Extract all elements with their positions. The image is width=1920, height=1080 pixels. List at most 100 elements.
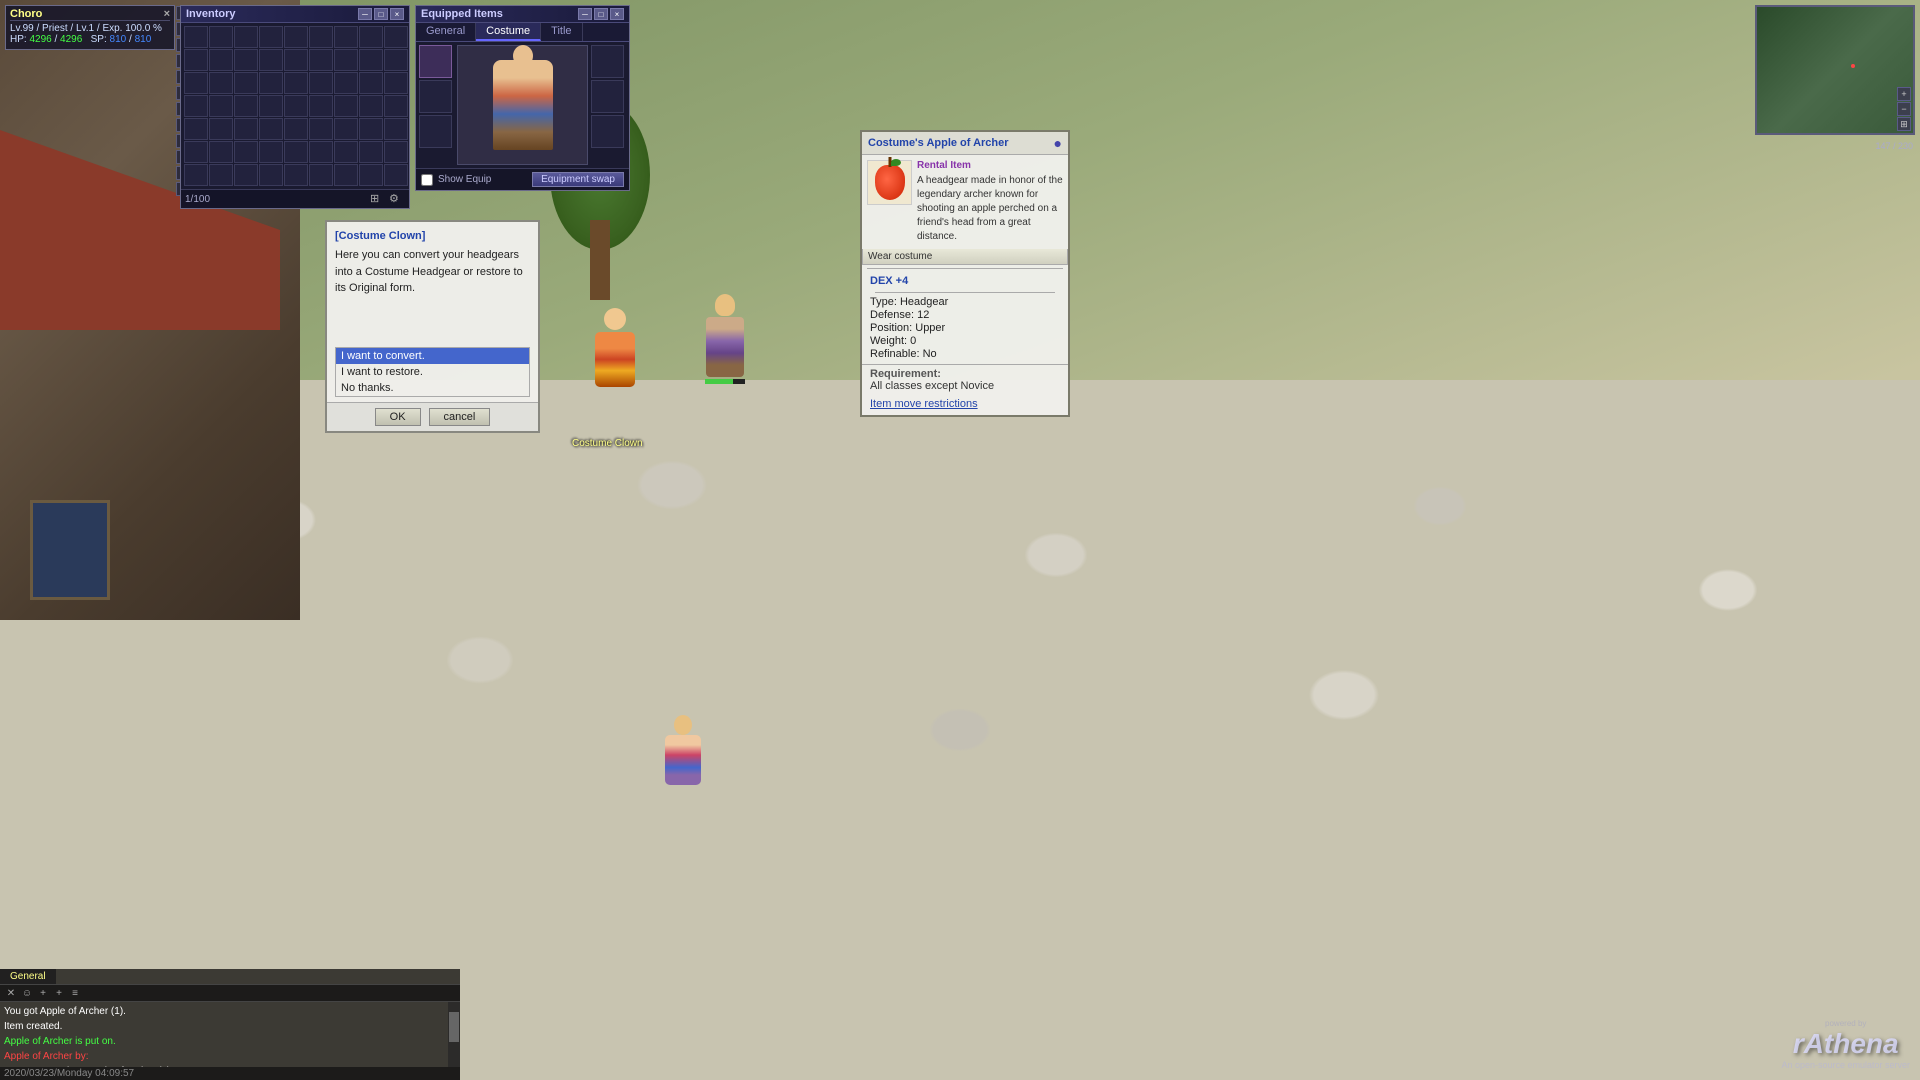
chat-tab-general[interactable]: General [0, 969, 56, 984]
inv-cell[interactable] [259, 95, 283, 117]
inv-cell[interactable] [359, 164, 383, 186]
dialog-option-convert[interactable]: I want to convert. [336, 348, 529, 364]
tab-title[interactable]: Title [541, 23, 582, 41]
inv-cell[interactable] [284, 49, 308, 71]
equip-slot-2[interactable] [419, 80, 452, 113]
inv-cell[interactable] [384, 118, 408, 140]
inv-cell[interactable] [334, 118, 358, 140]
inv-cell[interactable] [384, 95, 408, 117]
chat-icon-4[interactable]: ≡ [67, 986, 83, 1000]
equip-slot-head[interactable] [419, 45, 452, 78]
inv-cell[interactable] [309, 141, 333, 163]
inv-cell[interactable] [359, 72, 383, 94]
inv-cell[interactable] [209, 49, 233, 71]
equip-slot-3[interactable] [419, 115, 452, 148]
item-move-restrictions-link[interactable]: Item move restrictions [862, 395, 1068, 415]
inv-cell[interactable] [309, 26, 333, 48]
chat-icon-2[interactable]: + [35, 986, 51, 1000]
inv-cell[interactable] [259, 141, 283, 163]
inventory-close[interactable]: × [390, 8, 404, 20]
show-equip-checkbox[interactable] [421, 174, 433, 186]
equipped-maximize[interactable]: □ [594, 8, 608, 20]
inv-cell[interactable] [384, 72, 408, 94]
equipped-close[interactable]: × [610, 8, 624, 20]
inv-cell[interactable] [334, 49, 358, 71]
inv-cell[interactable] [359, 95, 383, 117]
inv-cell[interactable] [284, 95, 308, 117]
inv-cell[interactable] [384, 26, 408, 48]
inventory-maximize[interactable]: □ [374, 8, 388, 20]
inv-cell[interactable] [334, 72, 358, 94]
inventory-sort-icon[interactable]: ⊞ [370, 192, 386, 206]
dialog-option-restore[interactable]: I want to restore. [336, 364, 529, 380]
inv-cell[interactable] [184, 118, 208, 140]
inv-cell[interactable] [209, 72, 233, 94]
equip-slot-r1[interactable] [591, 45, 624, 78]
inv-cell[interactable] [184, 164, 208, 186]
inv-cell[interactable] [234, 164, 258, 186]
chat-close-icon[interactable]: ✕ [3, 986, 19, 1000]
inv-cell[interactable] [359, 118, 383, 140]
chat-icon-3[interactable]: + [51, 986, 67, 1000]
inv-cell[interactable] [284, 72, 308, 94]
inv-cell[interactable] [184, 49, 208, 71]
inv-cell[interactable] [234, 26, 258, 48]
inv-cell[interactable] [359, 26, 383, 48]
inv-cell[interactable] [259, 118, 283, 140]
inv-cell[interactable] [209, 164, 233, 186]
chat-scrollbar[interactable] [448, 1002, 460, 1067]
inv-cell[interactable] [334, 26, 358, 48]
inventory-minimize[interactable]: ─ [358, 8, 372, 20]
inv-cell[interactable] [309, 164, 333, 186]
dialog-cancel-button[interactable]: cancel [429, 408, 491, 426]
tooltip-close-button[interactable]: ● [1054, 135, 1062, 151]
inventory-config-icon[interactable]: ⚙ [389, 192, 405, 206]
inv-cell[interactable] [209, 141, 233, 163]
wear-costume-button[interactable]: Wear costume [862, 249, 1068, 265]
inv-cell[interactable] [384, 49, 408, 71]
char-panel-close[interactable]: × [164, 8, 170, 20]
inv-cell[interactable] [309, 72, 333, 94]
chat-icon-1[interactable]: ☺ [19, 986, 35, 1000]
minimap-zoom-out[interactable]: − [1897, 102, 1911, 116]
equipment-swap-button[interactable]: Equipment swap [532, 172, 624, 187]
dialog-option-nothanks[interactable]: No thanks. [336, 380, 529, 396]
inv-cell[interactable] [184, 72, 208, 94]
inv-cell[interactable] [259, 49, 283, 71]
dialog-ok-button[interactable]: OK [375, 408, 421, 426]
inv-cell[interactable] [234, 72, 258, 94]
inv-cell[interactable] [359, 141, 383, 163]
inv-cell[interactable] [209, 118, 233, 140]
inv-cell[interactable] [309, 95, 333, 117]
inv-cell[interactable] [184, 95, 208, 117]
inv-cell[interactable] [259, 26, 283, 48]
equipped-minimize[interactable]: ─ [578, 8, 592, 20]
inv-cell[interactable] [334, 95, 358, 117]
inv-cell[interactable] [209, 26, 233, 48]
inv-cell[interactable] [334, 141, 358, 163]
inv-cell[interactable] [234, 49, 258, 71]
tab-general[interactable]: General [416, 23, 476, 41]
inv-cell[interactable] [309, 118, 333, 140]
equip-slot-r2[interactable] [591, 80, 624, 113]
inv-cell[interactable] [334, 164, 358, 186]
inv-cell[interactable] [209, 95, 233, 117]
minimap-zoom-in[interactable]: + [1897, 87, 1911, 101]
inv-cell[interactable] [284, 141, 308, 163]
inv-cell[interactable] [359, 49, 383, 71]
inv-cell[interactable] [284, 26, 308, 48]
inv-cell[interactable] [284, 118, 308, 140]
inv-cell[interactable] [309, 49, 333, 71]
inv-cell[interactable] [384, 141, 408, 163]
inv-cell[interactable] [234, 95, 258, 117]
equip-slot-r3[interactable] [591, 115, 624, 148]
clown-sprite[interactable] [590, 310, 640, 385]
inv-cell[interactable] [284, 164, 308, 186]
inv-cell[interactable] [259, 164, 283, 186]
tab-costume[interactable]: Costume [476, 23, 541, 41]
inv-cell[interactable] [184, 141, 208, 163]
inv-cell[interactable] [184, 26, 208, 48]
inv-cell[interactable] [234, 118, 258, 140]
chat-scrollbar-thumb[interactable] [449, 1012, 459, 1042]
inv-cell[interactable] [384, 164, 408, 186]
